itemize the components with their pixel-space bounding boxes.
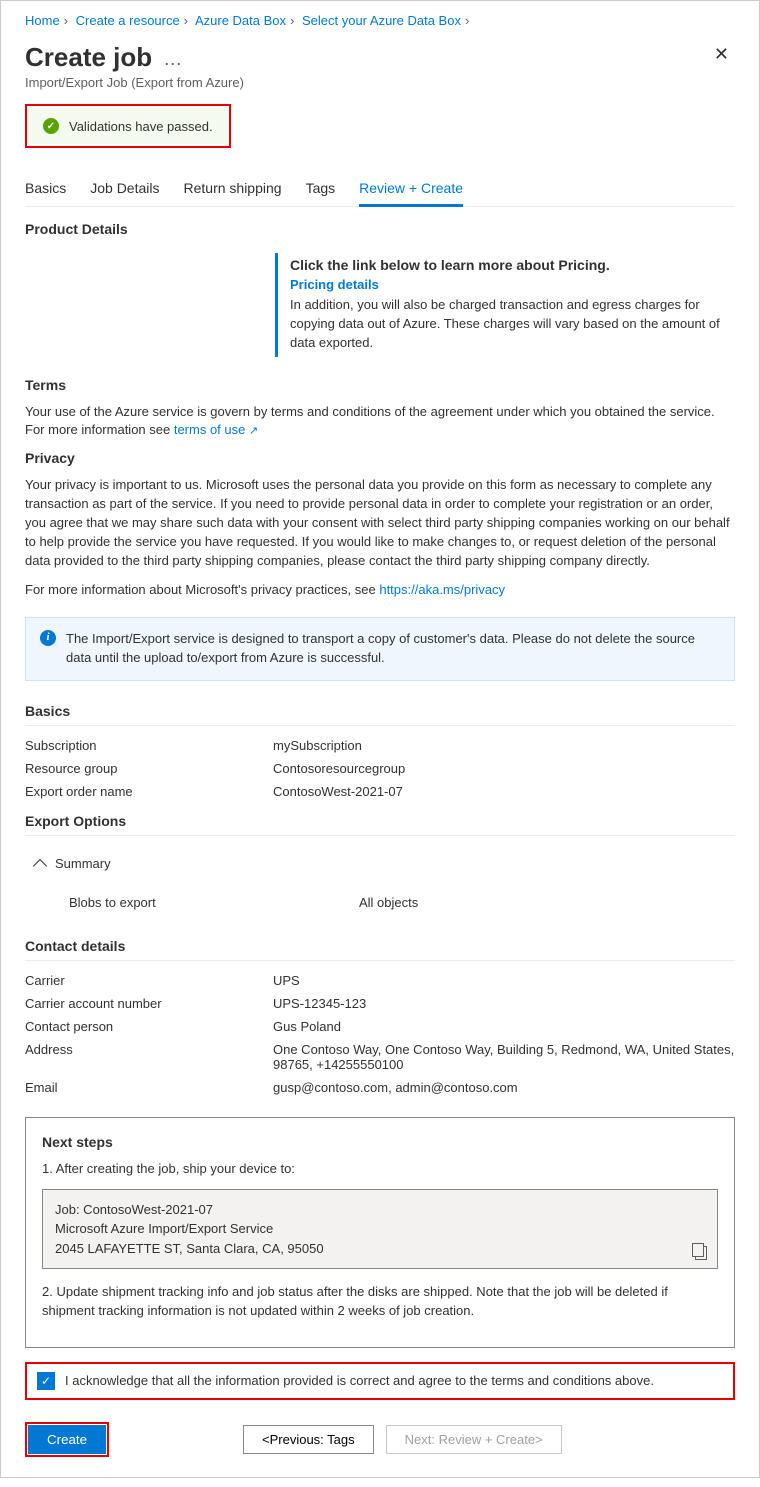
footer-buttons: Create <Previous: Tags Next: Review + Cr… bbox=[25, 1422, 735, 1457]
acknowledge-highlight: ✓ I acknowledge that all the information… bbox=[25, 1362, 735, 1400]
external-link-icon: ↗ bbox=[249, 425, 258, 437]
tab-tags[interactable]: Tags bbox=[306, 172, 336, 206]
breadcrumb-home[interactable]: Home bbox=[25, 13, 60, 28]
privacy-more: For more information about Microsoft's p… bbox=[25, 581, 735, 600]
summary-toggle[interactable]: Summary bbox=[25, 844, 735, 885]
tab-review-create[interactable]: Review + Create bbox=[359, 172, 463, 207]
tab-return-shipping[interactable]: Return shipping bbox=[184, 172, 282, 206]
kv-row: Contact personGus Poland bbox=[25, 1015, 735, 1038]
info-banner: i The Import/Export service is designed … bbox=[25, 617, 735, 681]
validation-highlight: ✓ Validations have passed. bbox=[25, 104, 231, 148]
kv-row: Emailgusp@contoso.com, admin@contoso.com bbox=[25, 1076, 735, 1099]
page-subtitle: Import/Export Job (Export from Azure) bbox=[25, 75, 244, 90]
next-button: Next: Review + Create> bbox=[386, 1425, 562, 1454]
breadcrumb-azure-data-box[interactable]: Azure Data Box bbox=[195, 13, 286, 28]
privacy-link[interactable]: https://aka.ms/privacy bbox=[379, 582, 505, 597]
pricing-callout-title: Click the link below to learn more about… bbox=[290, 257, 735, 273]
info-icon: i bbox=[40, 630, 56, 646]
close-icon[interactable]: ✕ bbox=[708, 42, 735, 67]
acknowledge-checkbox[interactable]: ✓ bbox=[37, 1372, 55, 1390]
create-button-highlight: Create bbox=[25, 1422, 109, 1457]
tab-basics[interactable]: Basics bbox=[25, 172, 66, 206]
validation-banner: ✓ Validations have passed. bbox=[29, 108, 227, 144]
breadcrumb-create-resource[interactable]: Create a resource bbox=[76, 13, 180, 28]
blobs-row: Blobs to export All objects bbox=[25, 885, 735, 928]
export-options-heading: Export Options bbox=[25, 813, 735, 836]
privacy-heading: Privacy bbox=[25, 450, 735, 466]
kv-row: Carrier account numberUPS-12345-123 bbox=[25, 992, 735, 1015]
kv-row: SubscriptionmySubscription bbox=[25, 734, 735, 757]
next-steps-heading: Next steps bbox=[42, 1134, 718, 1150]
step1-text: 1. After creating the job, ship your dev… bbox=[42, 1160, 718, 1179]
shipping-address-box: Job: ContosoWest-2021-07 Microsoft Azure… bbox=[42, 1189, 718, 1270]
copy-icon[interactable] bbox=[693, 1246, 707, 1260]
summary-label: Summary bbox=[55, 856, 111, 871]
more-actions-icon[interactable]: ⋯ bbox=[164, 54, 183, 74]
page-title: Create job bbox=[25, 42, 152, 72]
terms-of-use-link[interactable]: terms of use ↗ bbox=[174, 422, 258, 437]
pricing-details-link[interactable]: Pricing details bbox=[290, 277, 735, 292]
info-text: The Import/Export service is designed to… bbox=[66, 630, 720, 668]
kv-row: Resource groupContosoresourcegroup bbox=[25, 757, 735, 780]
pricing-callout-text: In addition, you will also be charged tr… bbox=[290, 296, 735, 353]
chevron-up-icon bbox=[33, 858, 47, 872]
acknowledge-text: I acknowledge that all the information p… bbox=[65, 1372, 654, 1390]
validation-text: Validations have passed. bbox=[69, 119, 213, 134]
step2-text: 2. Update shipment tracking info and job… bbox=[42, 1283, 718, 1321]
product-details-heading: Product Details bbox=[25, 221, 735, 237]
kv-row: CarrierUPS bbox=[25, 969, 735, 992]
terms-text: Your use of the Azure service is govern … bbox=[25, 403, 735, 441]
basics-heading: Basics bbox=[25, 703, 735, 726]
breadcrumb-select-data-box[interactable]: Select your Azure Data Box bbox=[302, 13, 461, 28]
previous-button[interactable]: <Previous: Tags bbox=[243, 1425, 374, 1454]
tabs: Basics Job Details Return shipping Tags … bbox=[25, 172, 735, 207]
contact-heading: Contact details bbox=[25, 938, 735, 961]
kv-row: AddressOne Contoso Way, One Contoso Way,… bbox=[25, 1038, 735, 1076]
tab-job-details[interactable]: Job Details bbox=[90, 172, 159, 206]
create-button[interactable]: Create bbox=[28, 1425, 106, 1454]
breadcrumb: Home› Create a resource› Azure Data Box›… bbox=[25, 3, 735, 34]
terms-heading: Terms bbox=[25, 377, 735, 393]
next-steps-box: Next steps 1. After creating the job, sh… bbox=[25, 1117, 735, 1348]
privacy-text: Your privacy is important to us. Microso… bbox=[25, 476, 735, 570]
kv-row: Export order nameContosoWest-2021-07 bbox=[25, 780, 735, 803]
check-circle-icon: ✓ bbox=[43, 118, 59, 134]
pricing-callout: Click the link below to learn more about… bbox=[275, 253, 735, 357]
